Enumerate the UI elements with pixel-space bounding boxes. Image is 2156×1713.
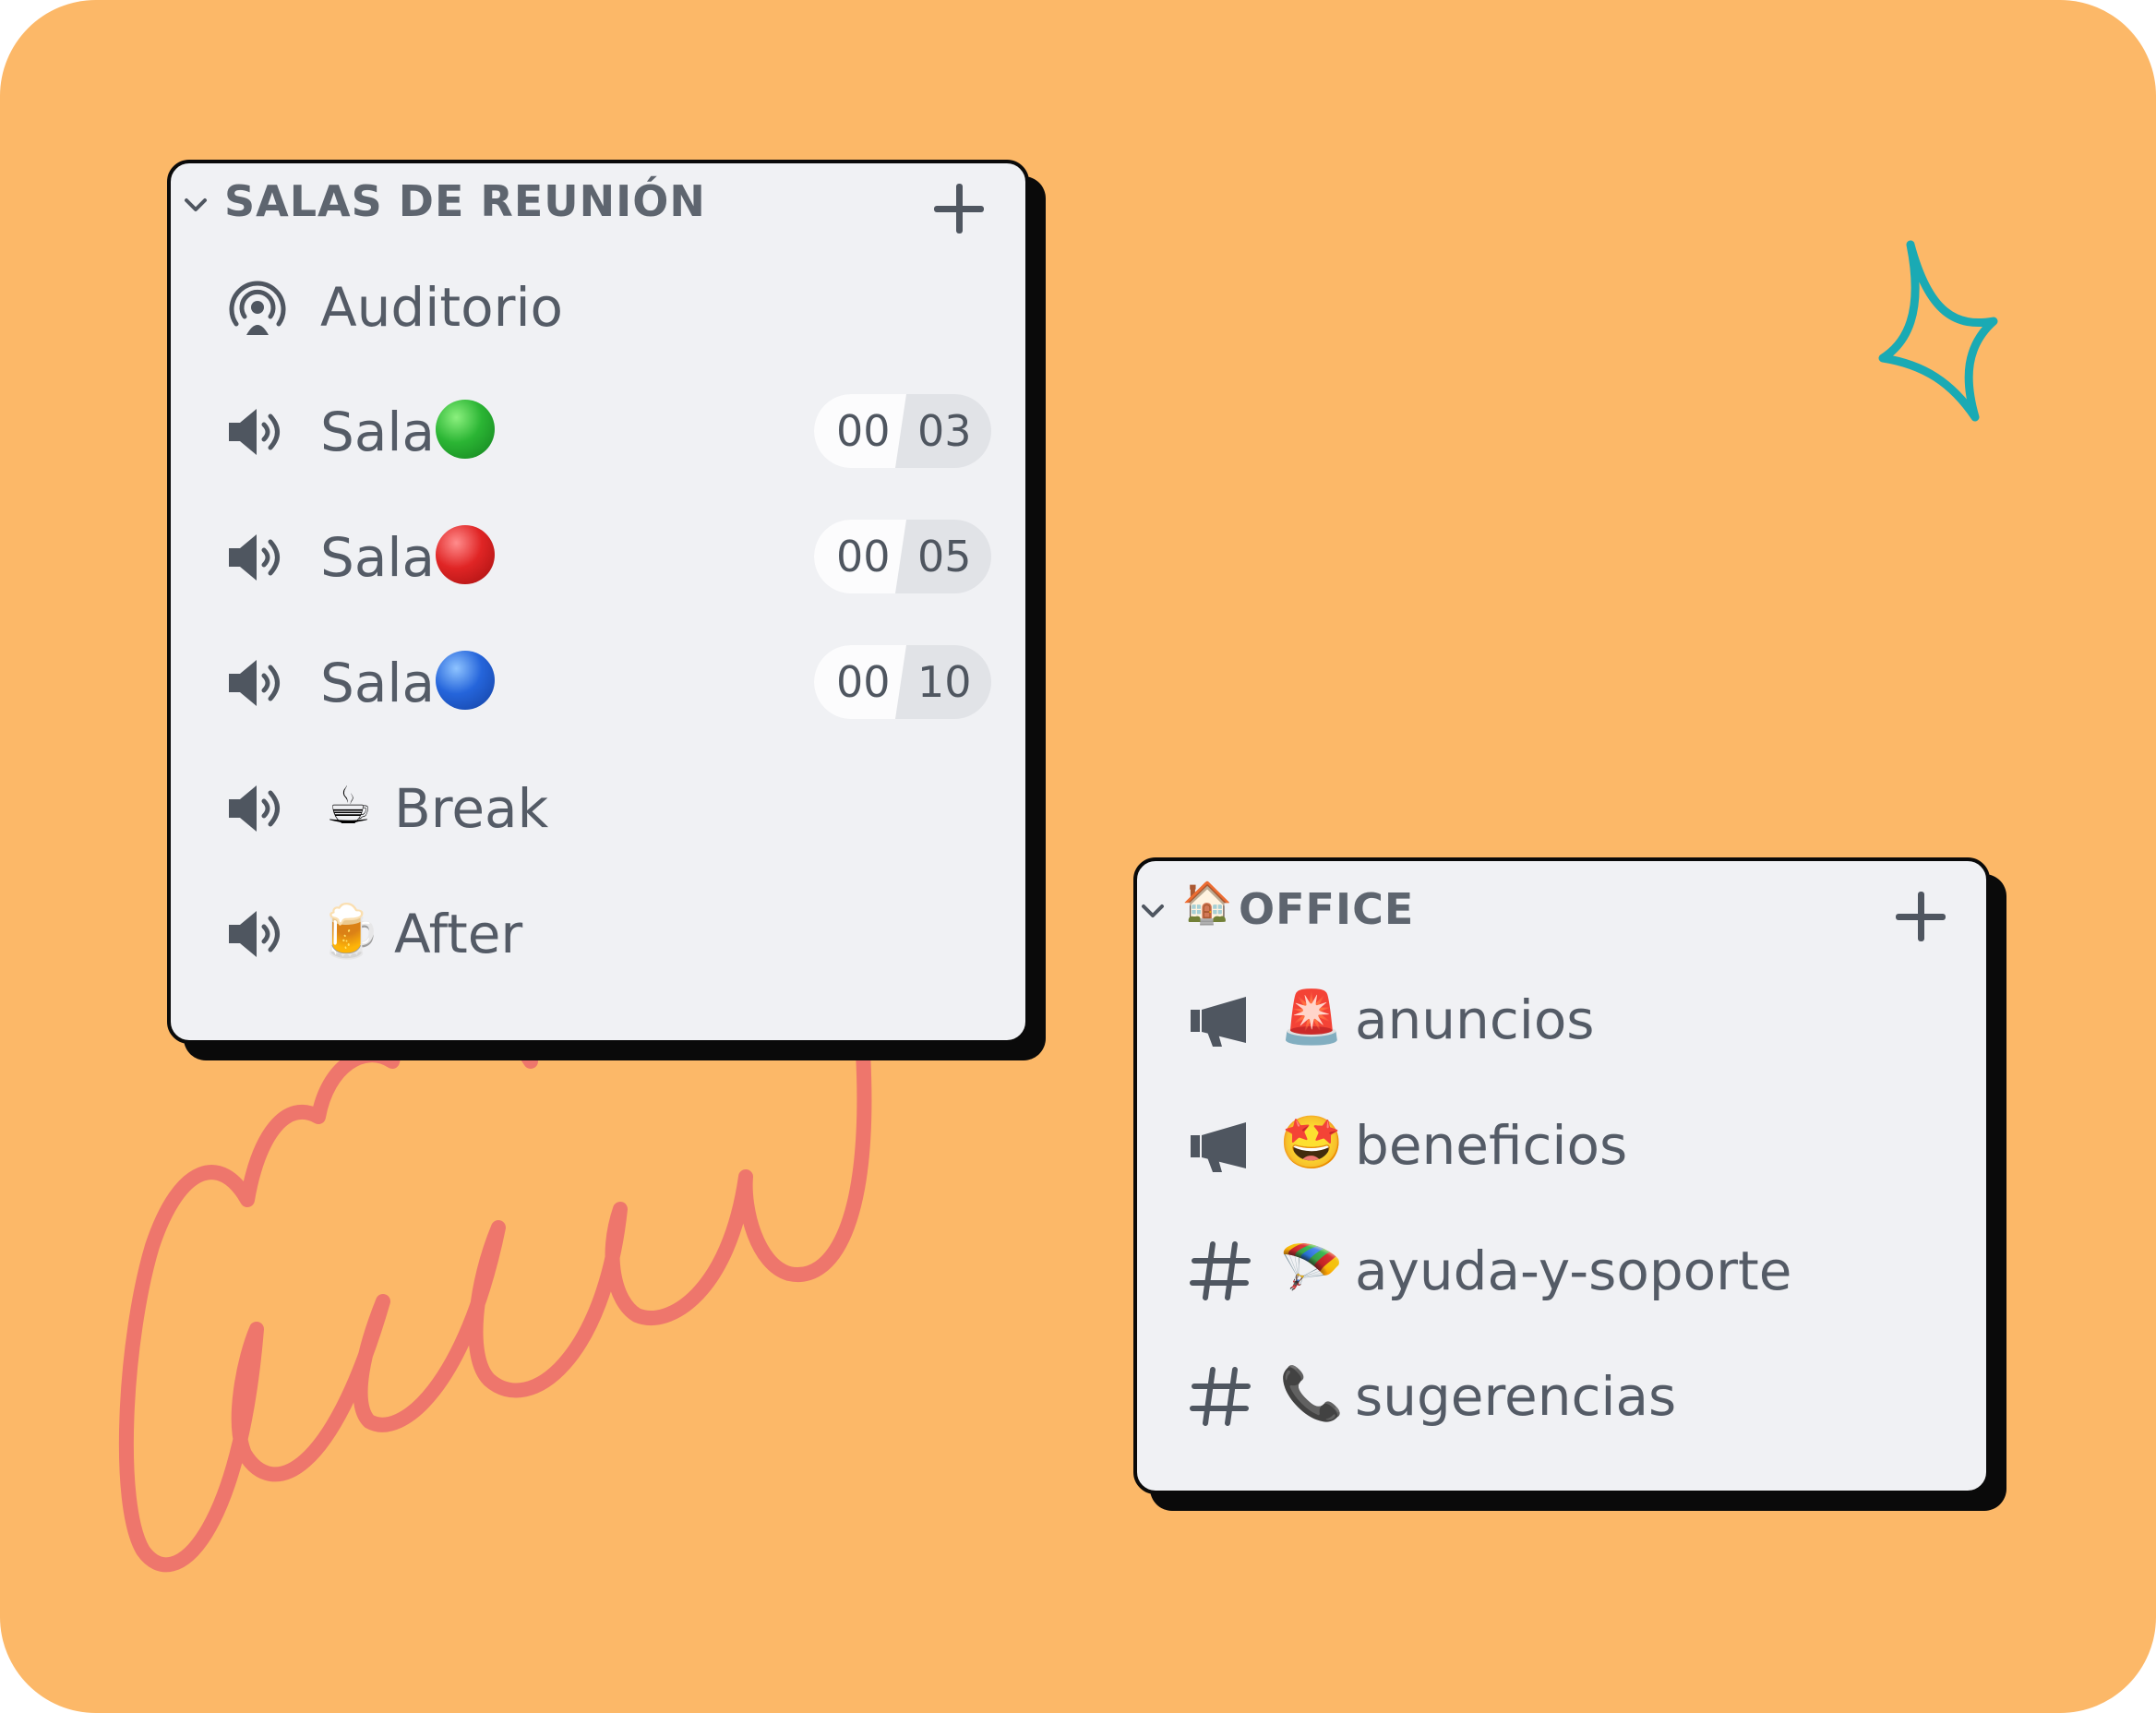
user-limit-counter: 00 03 xyxy=(814,394,991,468)
channel-ayuda-y-soporte[interactable]: 🪂 ayuda-y-soporte xyxy=(1137,1220,1986,1322)
channel-label: anuncios xyxy=(1355,988,1595,1051)
cloud-decoration xyxy=(118,1021,872,1573)
user-limit: 05 xyxy=(917,532,972,581)
blue-status-icon xyxy=(436,651,495,710)
channel-label: Break xyxy=(394,777,549,840)
channel-sala-blue[interactable]: Sala 00 10 xyxy=(171,632,1025,734)
speaker-icon xyxy=(223,398,292,466)
channel-after[interactable]: 🍺 After xyxy=(171,883,1025,985)
hashtag-icon xyxy=(1187,1237,1255,1305)
channel-anuncios[interactable]: 🚨 anuncios xyxy=(1137,969,1986,1071)
hashtag-icon xyxy=(1187,1362,1255,1431)
megaphone-icon xyxy=(1187,1111,1255,1180)
channel-label: ayuda-y-soporte xyxy=(1355,1240,1792,1302)
channel-label: After xyxy=(394,903,523,965)
user-limit-counter: 00 10 xyxy=(814,645,991,719)
background: SALAS DE REUNIÓN Auditorio Sala 00 03 Sa… xyxy=(0,0,2156,1713)
salas-panel: SALAS DE REUNIÓN Auditorio Sala 00 03 Sa… xyxy=(167,160,1029,1044)
beer-emoji-icon: 🍺 xyxy=(317,902,381,962)
user-count: 00 xyxy=(836,532,891,581)
category-title: OFFICE xyxy=(1239,884,1415,934)
speaker-icon xyxy=(223,523,292,592)
megaphone-icon xyxy=(1187,986,1255,1054)
user-limit: 10 xyxy=(917,657,972,707)
channel-label: Sala xyxy=(320,526,436,589)
user-limit: 03 xyxy=(917,406,972,456)
green-status-icon xyxy=(436,400,495,459)
channel-label: sugerencias xyxy=(1355,1365,1677,1428)
house-emoji-icon: 🏠 xyxy=(1181,880,1233,927)
channel-label: Sala xyxy=(320,652,436,714)
telephone-emoji-icon: 📞 xyxy=(1279,1364,1344,1424)
office-panel: 🏠 OFFICE 🚨 anuncios 🤩 beneficios 🪂 ayuda… xyxy=(1133,857,1990,1494)
channel-auditorio[interactable]: Auditorio xyxy=(171,256,1025,357)
user-count: 00 xyxy=(836,406,891,456)
plus-icon[interactable] xyxy=(934,184,984,234)
plus-icon[interactable] xyxy=(1896,892,1946,941)
channel-beneficios[interactable]: 🤩 beneficios xyxy=(1137,1095,1986,1196)
speaker-icon xyxy=(223,900,292,968)
speaker-icon xyxy=(223,649,292,717)
channel-sala-green[interactable]: Sala 00 03 xyxy=(171,381,1025,483)
channel-sugerencias[interactable]: 📞 sugerencias xyxy=(1137,1346,1986,1447)
category-title: SALAS DE REUNIÓN xyxy=(224,176,706,226)
user-count: 00 xyxy=(836,657,891,707)
chevron-down-icon[interactable] xyxy=(1141,902,1165,920)
red-status-icon xyxy=(436,525,495,584)
speaker-icon xyxy=(223,774,292,843)
salas-panel-header[interactable]: SALAS DE REUNIÓN xyxy=(171,163,1025,241)
user-limit-counter: 00 05 xyxy=(814,520,991,593)
coffee-emoji-icon: ☕ xyxy=(325,776,373,836)
star-struck-emoji-icon: 🤩 xyxy=(1279,1113,1344,1173)
chevron-down-icon[interactable] xyxy=(184,196,208,214)
channel-label: Sala xyxy=(320,401,436,463)
channel-label: beneficios xyxy=(1355,1114,1628,1177)
sparkle-decoration xyxy=(1878,240,1998,422)
office-panel-header[interactable]: 🏠 OFFICE xyxy=(1137,861,1986,941)
parachute-emoji-icon: 🪂 xyxy=(1279,1239,1344,1299)
channel-break[interactable]: ☕ Break xyxy=(171,758,1025,859)
channel-sala-red[interactable]: Sala 00 05 xyxy=(171,507,1025,608)
channel-label: Auditorio xyxy=(320,276,564,339)
stage-icon xyxy=(223,274,292,342)
siren-emoji-icon: 🚨 xyxy=(1279,988,1344,1048)
